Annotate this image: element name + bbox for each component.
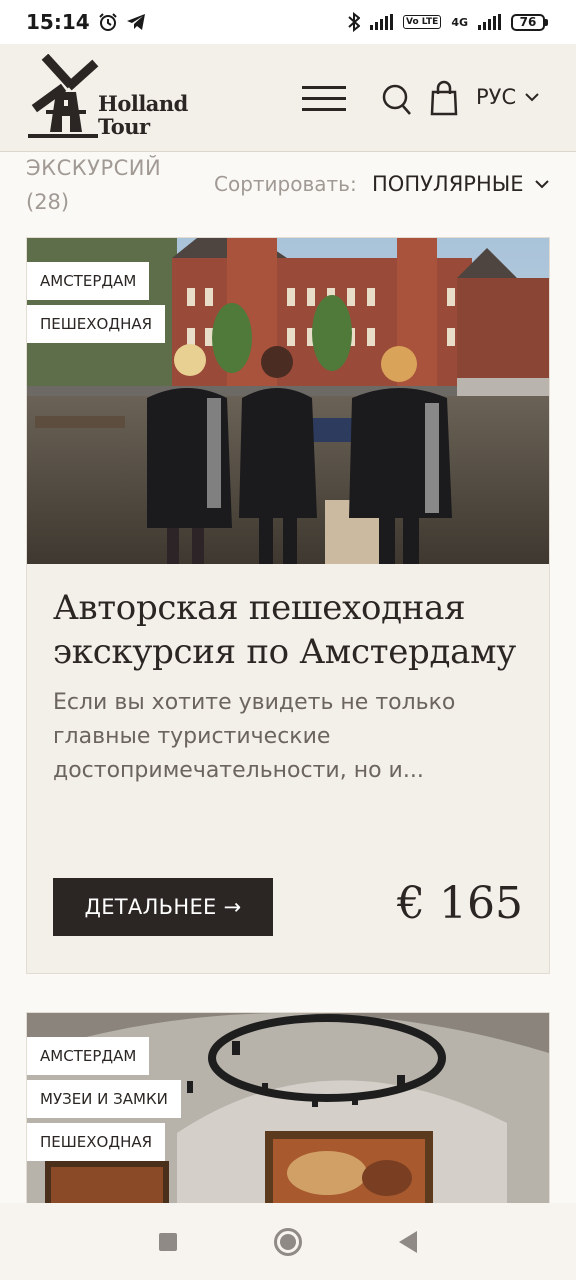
- cart-button[interactable]: [428, 80, 460, 116]
- signal-icon: [369, 14, 393, 30]
- network-type: 4G: [451, 15, 468, 29]
- recent-apps-button[interactable]: [158, 1232, 177, 1251]
- home-button[interactable]: [273, 1227, 302, 1256]
- status-time: 15:14: [26, 10, 90, 34]
- sort-dropdown[interactable]: ПОПУЛЯРНЫЕ: [372, 168, 550, 200]
- language-label: РУС: [476, 85, 517, 109]
- logo-text: Holland Tour: [98, 91, 188, 139]
- language-selector[interactable]: РУС: [476, 82, 540, 112]
- back-button[interactable]: [399, 1230, 418, 1253]
- signal-icon-2: [478, 14, 501, 30]
- details-button[interactable]: ДЕТАЛЬНЕЕ →: [53, 878, 273, 936]
- battery-level: 76: [511, 13, 545, 31]
- sort-value: ПОПУЛЯРНЫЕ: [372, 172, 524, 196]
- volte-icon: Vo LTE: [402, 15, 442, 29]
- sort-label: Сортировать:: [214, 172, 357, 196]
- status-left: 15:14: [26, 10, 146, 34]
- system-nav-bar: [0, 1203, 576, 1280]
- tour-price: € 165: [397, 878, 523, 929]
- chevron-down-icon: [534, 180, 549, 189]
- windmill-icon: [28, 54, 99, 138]
- tag-category[interactable]: МУЗЕИ И ЗАМКИ: [27, 1080, 181, 1118]
- tour-card[interactable]: АМСТЕРДАМ ПЕШЕХОДНАЯ Авторская пешеходна…: [26, 237, 550, 974]
- logo[interactable]: Holland Tour: [26, 54, 196, 142]
- alarm-icon: [98, 13, 117, 31]
- telegram-icon: [126, 14, 145, 30]
- battery-icon: 76: [511, 13, 548, 31]
- tour-card[interactable]: АМСТЕРДАМ МУЗЕИ И ЗАМКИ ПЕШЕХОДНАЯ: [26, 1012, 550, 1212]
- tour-title[interactable]: Авторская пешеходная экскурсия по Амстер…: [53, 586, 533, 674]
- search-icon: [382, 84, 411, 115]
- tours-count-label: ЭКСКУРСИЙ: [26, 156, 162, 180]
- tours-count-value: (28): [26, 190, 70, 214]
- site-header: Holland Tour РУС: [0, 44, 576, 152]
- tag-type[interactable]: ПЕШЕХОДНАЯ: [27, 305, 166, 343]
- tag-type[interactable]: ПЕШЕХОДНАЯ: [27, 1123, 166, 1161]
- menu-button[interactable]: [302, 86, 346, 112]
- status-right: Vo LTE 4G 76: [348, 12, 548, 32]
- tag-city[interactable]: АМСТЕРДАМ: [27, 262, 150, 300]
- tour-description: Если вы хотите увидеть не только главные…: [53, 690, 456, 783]
- chevron-down-icon: [525, 93, 539, 102]
- search-button[interactable]: [382, 84, 412, 116]
- tag-city[interactable]: АМСТЕРДАМ: [27, 1037, 150, 1075]
- status-bar: 15:14 Vo LTE 4G 76: [0, 0, 576, 44]
- shopping-bag-icon: [430, 80, 458, 116]
- bluetooth-icon: [348, 12, 360, 32]
